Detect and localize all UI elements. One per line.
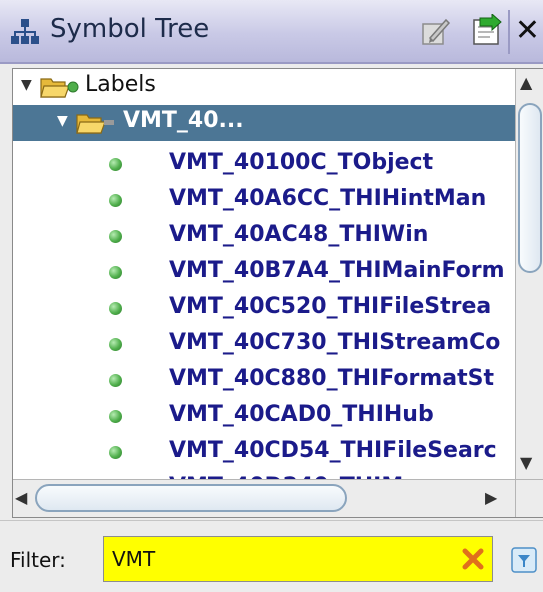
tree-node-label: VMT_40... bbox=[123, 108, 244, 133]
title-bar: Symbol Tree ✕ bbox=[0, 0, 543, 64]
folder-open-icon bbox=[40, 78, 79, 98]
tree-item-vmt[interactable]: VMT_40CD54_THIFileSearc bbox=[13, 435, 515, 471]
expand-toggle-icon[interactable]: ▼ bbox=[57, 113, 68, 129]
horizontal-scrollbar[interactable]: ◀ ▶ bbox=[13, 479, 515, 517]
filter-bar: Filter: bbox=[0, 520, 543, 592]
scroll-left-arrow-icon[interactable]: ◀ bbox=[15, 488, 27, 507]
symbol-tree[interactable]: ▼ Labels ▼ VMT_40... VMT_40100C_TObject … bbox=[12, 68, 543, 518]
green-dot-icon bbox=[109, 266, 122, 279]
tree-node-labels[interactable]: ▼ Labels bbox=[13, 69, 515, 105]
vertical-scrollbar[interactable]: ▲ ▼ bbox=[515, 69, 543, 479]
close-button[interactable]: ✕ bbox=[512, 14, 543, 48]
green-dot-icon bbox=[109, 230, 122, 243]
scroll-corner bbox=[515, 479, 543, 517]
tree-item-vmt[interactable]: VMT_40C730_THIStreamCo bbox=[13, 327, 515, 363]
filter-label: Filter: bbox=[10, 548, 66, 572]
tree-item-label: VMT_40C880_THIFormatSt bbox=[169, 366, 494, 391]
tree-item-vmt[interactable]: VMT_40100C_TObject bbox=[13, 147, 515, 183]
green-dot-icon bbox=[109, 302, 122, 315]
expand-toggle-icon[interactable]: ▼ bbox=[21, 77, 32, 93]
green-dot-icon bbox=[109, 338, 122, 351]
tree-item-vmt[interactable]: VMT_40AC48_THIWin bbox=[13, 219, 515, 255]
tree-item-label: VMT_40B7A4_THIMainForm bbox=[169, 258, 505, 283]
tree-item-vmt[interactable]: VMT_40B7A4_THIMainForm bbox=[13, 255, 515, 291]
filter-input[interactable] bbox=[103, 536, 493, 582]
toolbar-separator bbox=[508, 10, 510, 54]
folder-open-icon bbox=[76, 114, 114, 134]
tree-item-label: VMT_40AC48_THIWin bbox=[169, 222, 429, 247]
scroll-right-arrow-icon[interactable]: ▶ bbox=[485, 488, 497, 507]
tree-item-vmt[interactable]: VMT_40C880_THIFormatSt bbox=[13, 363, 515, 399]
tree-item-label: VMT_40C730_THIStreamCo bbox=[169, 330, 501, 355]
tree-item-label: VMT_40A6CC_THIHintMan bbox=[169, 186, 487, 211]
symbol-tree-panel: Symbol Tree ✕ ▼ Labels ▼ VMT_40... VMT_4… bbox=[0, 0, 543, 592]
scroll-down-arrow-icon[interactable]: ▼ bbox=[520, 453, 532, 472]
horizontal-scroll-thumb[interactable] bbox=[35, 484, 347, 512]
tree-item-label: VMT_40C520_THIFileStrea bbox=[169, 294, 492, 319]
clear-x-icon[interactable] bbox=[460, 546, 486, 572]
scroll-up-arrow-icon[interactable]: ▲ bbox=[520, 73, 532, 92]
filter-options-icon[interactable] bbox=[508, 544, 540, 576]
tree-item-label: VMT_40CD54_THIFileSearc bbox=[169, 438, 497, 463]
tree-item-label: VMT_40100C_TObject bbox=[169, 150, 434, 175]
green-dot-icon bbox=[109, 158, 122, 171]
edit-pencil-icon[interactable] bbox=[418, 14, 452, 48]
symbol-tree-icon bbox=[11, 19, 39, 44]
green-dot-icon bbox=[109, 410, 122, 423]
tree-item-vmt[interactable]: VMT_40C520_THIFileStrea bbox=[13, 291, 515, 327]
tree-item-vmt[interactable]: VMT_40CAD0_THIHub bbox=[13, 399, 515, 435]
green-dot-icon bbox=[109, 446, 122, 459]
tree-node-label: Labels bbox=[85, 72, 156, 97]
green-dot-icon bbox=[109, 374, 122, 387]
green-dot-icon bbox=[109, 194, 122, 207]
vertical-scroll-thumb[interactable] bbox=[518, 103, 542, 273]
navigate-arrow-icon[interactable] bbox=[470, 14, 504, 48]
tree-node-vmt-group[interactable]: ▼ VMT_40... bbox=[13, 105, 515, 141]
tree-item-vmt[interactable]: VMT_40A6CC_THIHintMan bbox=[13, 183, 515, 219]
tree-item-label: VMT_40CAD0_THIHub bbox=[169, 402, 434, 427]
panel-title: Symbol Tree bbox=[50, 14, 210, 44]
